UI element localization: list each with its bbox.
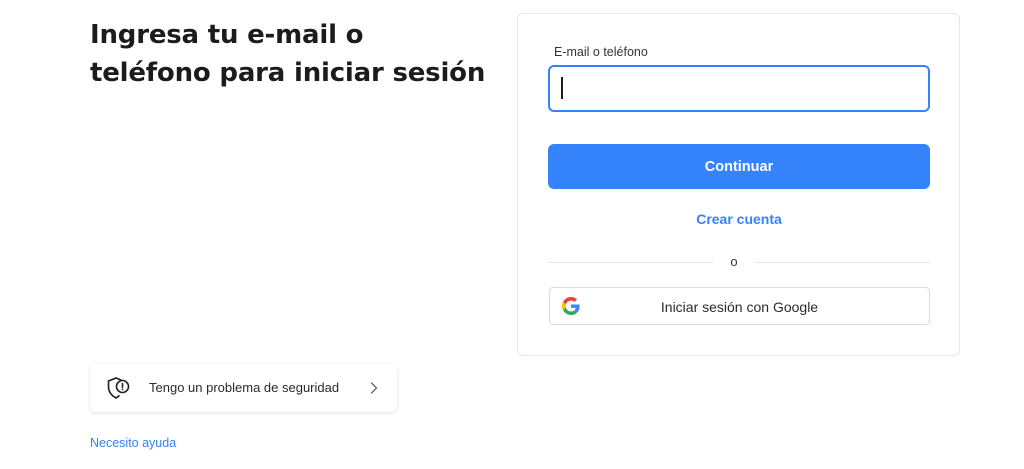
divider-left (548, 262, 713, 263)
create-account-link[interactable]: Crear cuenta (548, 211, 930, 227)
divider-right (755, 262, 930, 263)
google-signin-label: Iniciar sesión con Google (660, 299, 819, 315)
continue-button[interactable]: Continuar (548, 144, 930, 189)
email-phone-label: E-mail o teléfono (554, 45, 648, 59)
shield-alert-icon (107, 377, 130, 399)
help-link[interactable]: Necesito ayuda (90, 436, 176, 450)
text-cursor (561, 77, 563, 99)
login-page: Ingresa tu e-mail o teléfono para inicia… (0, 0, 1024, 469)
email-phone-input[interactable] (548, 65, 930, 112)
chevron-right-icon (370, 382, 378, 394)
security-problem-label: Tengo un problema de seguridad (149, 380, 340, 395)
divider-text: o (730, 254, 738, 269)
login-card: E-mail o teléfono Continuar Crear cuenta… (517, 13, 960, 356)
page-title: Ingresa tu e-mail o teléfono para inicia… (90, 20, 486, 88)
google-signin-button[interactable]: Iniciar sesión con Google (549, 287, 930, 325)
security-problem-button[interactable]: Tengo un problema de seguridad (90, 364, 397, 412)
